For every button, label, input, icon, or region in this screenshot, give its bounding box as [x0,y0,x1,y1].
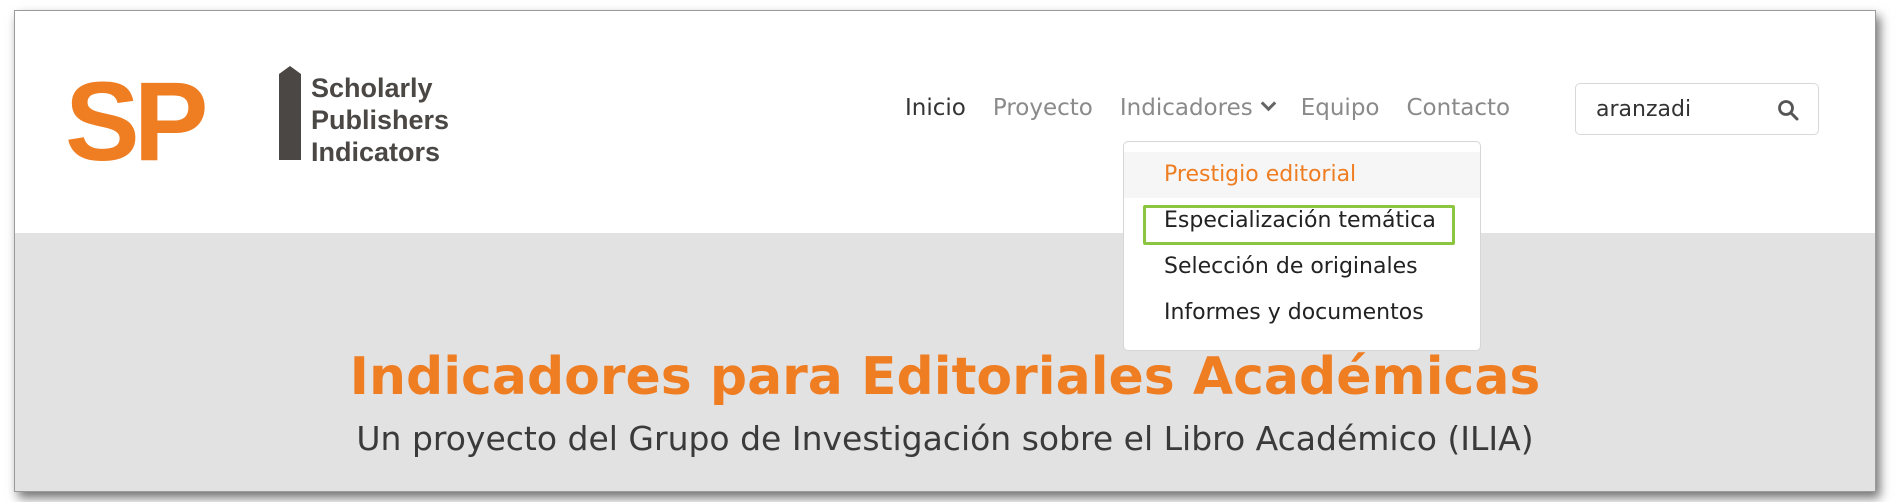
indicadores-dropdown-menu: Prestigio editorial Especialización temá… [1123,141,1481,351]
chevron-down-icon [1260,95,1276,112]
hero-subtitle: Un proyecto del Grupo de Investigación s… [356,419,1534,458]
search-input[interactable] [1596,94,1766,124]
site-logo[interactable]: SP Scholarly Publishers Indicators [65,59,449,184]
nav-item-equipo[interactable]: Equipo [1301,95,1380,121]
logo-book-icon [279,66,301,160]
logo-line-2: Publishers [311,105,450,135]
hero-title: Indicadores para Editoriales Académicas [349,347,1541,407]
search-icon[interactable] [1776,98,1800,122]
logo-letters: SP [65,59,208,184]
dropdown-item-informes-y-documentos[interactable]: Informes y documentos [1124,290,1480,336]
site-header: SP Scholarly Publishers Indicators Inici… [15,11,1875,233]
nav-item-indicadores-label: Indicadores [1119,95,1253,121]
main-nav: Inicio Proyecto Indicadores Equipo Conta… [905,95,1537,121]
nav-item-contacto[interactable]: Contacto [1407,95,1511,121]
nav-item-indicadores[interactable]: Indicadores [1119,95,1276,121]
nav-item-proyecto[interactable]: Proyecto [993,95,1093,121]
nav-item-inicio[interactable]: Inicio [905,95,966,121]
dropdown-item-prestigio-editorial[interactable]: Prestigio editorial [1124,152,1480,198]
search-box [1575,83,1819,135]
logo-line-3: Indicators [311,137,441,167]
dropdown-item-especializacion-tematica[interactable]: Especialización temática [1124,198,1480,244]
logo-wordmark: Scholarly Publishers Indicators [311,72,449,168]
browser-frame: SP Scholarly Publishers Indicators Inici… [14,10,1876,492]
logo-line-1: Scholarly [311,73,433,103]
dropdown-item-seleccion-de-originales[interactable]: Selección de originales [1124,244,1480,290]
